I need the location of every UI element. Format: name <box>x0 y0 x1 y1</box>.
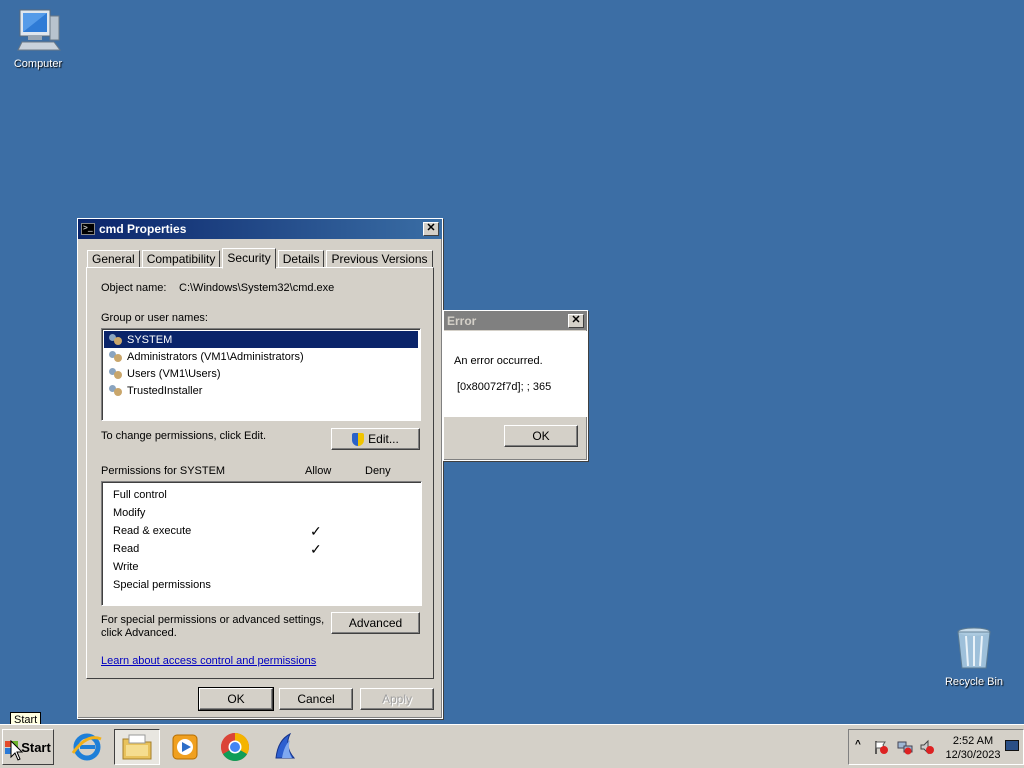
user-list[interactable]: SYSTEM Administrators (VM1\Administrator… <box>101 328 421 421</box>
permission-name: Write <box>113 561 139 573</box>
learn-more-link[interactable]: Learn about access control and permissio… <box>101 655 316 667</box>
computer-icon <box>14 6 62 54</box>
start-label: Start <box>21 739 51 755</box>
close-button[interactable]: ✕ <box>423 222 439 236</box>
window-title: cmd Properties <box>99 222 187 236</box>
media-player-icon <box>172 734 198 760</box>
permission-name: Special permissions <box>113 579 211 591</box>
allow-header: Allow <box>305 465 332 477</box>
list-item-user[interactable]: SYSTEM <box>104 331 418 348</box>
volume-muted-icon[interactable] <box>919 739 935 755</box>
desktop-icon-recycle-bin[interactable]: Recycle Bin <box>936 624 1012 688</box>
chrome-icon <box>221 733 249 761</box>
list-item-user[interactable]: Users (VM1\Users) <box>104 365 418 382</box>
tab-compatibility[interactable]: Compatibility <box>141 250 221 268</box>
tab-strip: General Compatibility Security Details P… <box>87 247 435 269</box>
tab-general[interactable]: General <box>87 250 140 268</box>
properties-window: >_ cmd Properties ✕ General Compatibilit… <box>77 218 443 719</box>
taskbar-app-media[interactable] <box>162 729 208 765</box>
permission-name: Modify <box>113 507 146 519</box>
object-name-value: C:\Windows\System32\cmd.exe <box>179 282 335 294</box>
close-icon: ✕ <box>426 222 436 234</box>
permission-row: Write <box>102 558 421 576</box>
error-code: [0x80072f7d]; ; 365 <box>457 381 552 393</box>
deny-header: Deny <box>365 465 391 477</box>
tab-security[interactable]: Security <box>222 248 276 269</box>
taskbar-app-explorer[interactable] <box>114 729 160 765</box>
list-item-user[interactable]: TrustedInstaller <box>104 382 418 399</box>
desktop-icon-label: Computer <box>13 58 63 70</box>
error-titlebar[interactable]: Error ✕ <box>444 311 587 330</box>
close-icon: ✕ <box>571 313 581 326</box>
file-explorer-icon <box>122 734 152 760</box>
error-message: An error occurred. <box>454 355 543 367</box>
user-group-icon <box>108 350 124 364</box>
clock-date: 12/30/2023 <box>945 749 1001 761</box>
clock-time: 2:52 AM <box>952 735 994 747</box>
system-tray: ^ 2:52 AM 12/30/2023 <box>848 729 1024 765</box>
error-dialog: Error ✕ An error occurred. [0x80072f7d];… <box>443 310 588 461</box>
error-title: Error <box>447 313 477 328</box>
permissions-for-label: Permissions for SYSTEM <box>101 465 226 477</box>
permission-row: Read & execute ✓ <box>102 522 421 540</box>
taskbar: Start ^ 2:52 AM 12/30/2023 <box>0 724 1024 768</box>
allow-check: ✓ <box>310 541 322 557</box>
edit-button[interactable]: Edit... <box>331 428 420 450</box>
user-name: TrustedInstaller <box>127 384 203 397</box>
action-center-flag-icon[interactable] <box>873 739 889 755</box>
edit-label: Edit... <box>368 432 399 446</box>
special-permissions-text: For special permissions or advanced sett… <box>101 614 325 626</box>
user-name: SYSTEM <box>127 333 173 346</box>
permission-row: Modify <box>102 504 421 522</box>
user-group-icon <box>108 333 124 347</box>
user-group-icon <box>108 384 124 398</box>
cmd-icon: >_ <box>81 223 95 235</box>
app-sail-icon <box>275 732 296 759</box>
tab-previous-versions[interactable]: Previous Versions <box>326 250 433 268</box>
special-permissions-text-2: click Advanced. <box>101 627 177 639</box>
permission-row: Read ✓ <box>102 540 421 558</box>
taskbar-app-sail[interactable] <box>262 729 308 765</box>
user-name: Administrators (VM1\Administrators) <box>127 350 304 363</box>
permission-name: Full control <box>113 489 167 501</box>
cancel-button[interactable]: Cancel <box>279 688 353 710</box>
taskbar-app-ie[interactable] <box>64 729 110 765</box>
network-icon[interactable] <box>897 739 913 755</box>
security-panel: Object name: C:\Windows\System32\cmd.exe… <box>86 267 434 679</box>
desktop-icon-computer[interactable]: Computer <box>0 6 76 70</box>
ok-button[interactable]: OK <box>198 687 274 711</box>
clock[interactable]: 2:52 AM 12/30/2023 <box>943 734 1003 762</box>
recycle-bin-icon <box>950 624 998 672</box>
internet-explorer-icon <box>71 733 102 761</box>
user-name: Users (VM1\Users) <box>127 367 221 380</box>
permission-row: Full control <box>102 486 421 504</box>
permission-row: Special permissions <box>102 576 421 594</box>
taskbar-app-chrome[interactable] <box>212 729 258 765</box>
close-button[interactable]: ✕ <box>568 313 584 328</box>
tab-details[interactable]: Details <box>277 250 325 268</box>
change-permissions-text: To change permissions, click Edit. <box>101 430 267 442</box>
uac-shield-icon <box>352 432 365 446</box>
permission-list[interactable]: Full control Modify Read & execute ✓ Rea… <box>101 481 422 606</box>
advanced-button[interactable]: Advanced <box>331 612 420 634</box>
properties-titlebar[interactable]: >_ cmd Properties ✕ <box>78 219 442 239</box>
permission-name: Read & execute <box>113 525 192 537</box>
permission-name: Read <box>113 543 140 555</box>
mouse-cursor-icon <box>10 740 24 761</box>
error-ok-button[interactable]: OK <box>504 425 578 447</box>
list-item-user[interactable]: Administrators (VM1\Administrators) <box>104 348 418 365</box>
show-desktop-button[interactable] <box>1005 740 1019 751</box>
object-name-label: Object name: <box>101 282 167 294</box>
apply-button[interactable]: Apply <box>360 688 434 710</box>
user-group-icon <box>108 367 124 381</box>
desktop-icon-label: Recycle Bin <box>944 676 1004 688</box>
allow-check: ✓ <box>310 523 322 539</box>
show-hidden-icons-icon[interactable]: ^ <box>855 739 861 750</box>
group-label: Group or user names: <box>101 312 208 324</box>
error-body: An error occurred. [0x80072f7d]; ; 365 <box>444 331 587 417</box>
